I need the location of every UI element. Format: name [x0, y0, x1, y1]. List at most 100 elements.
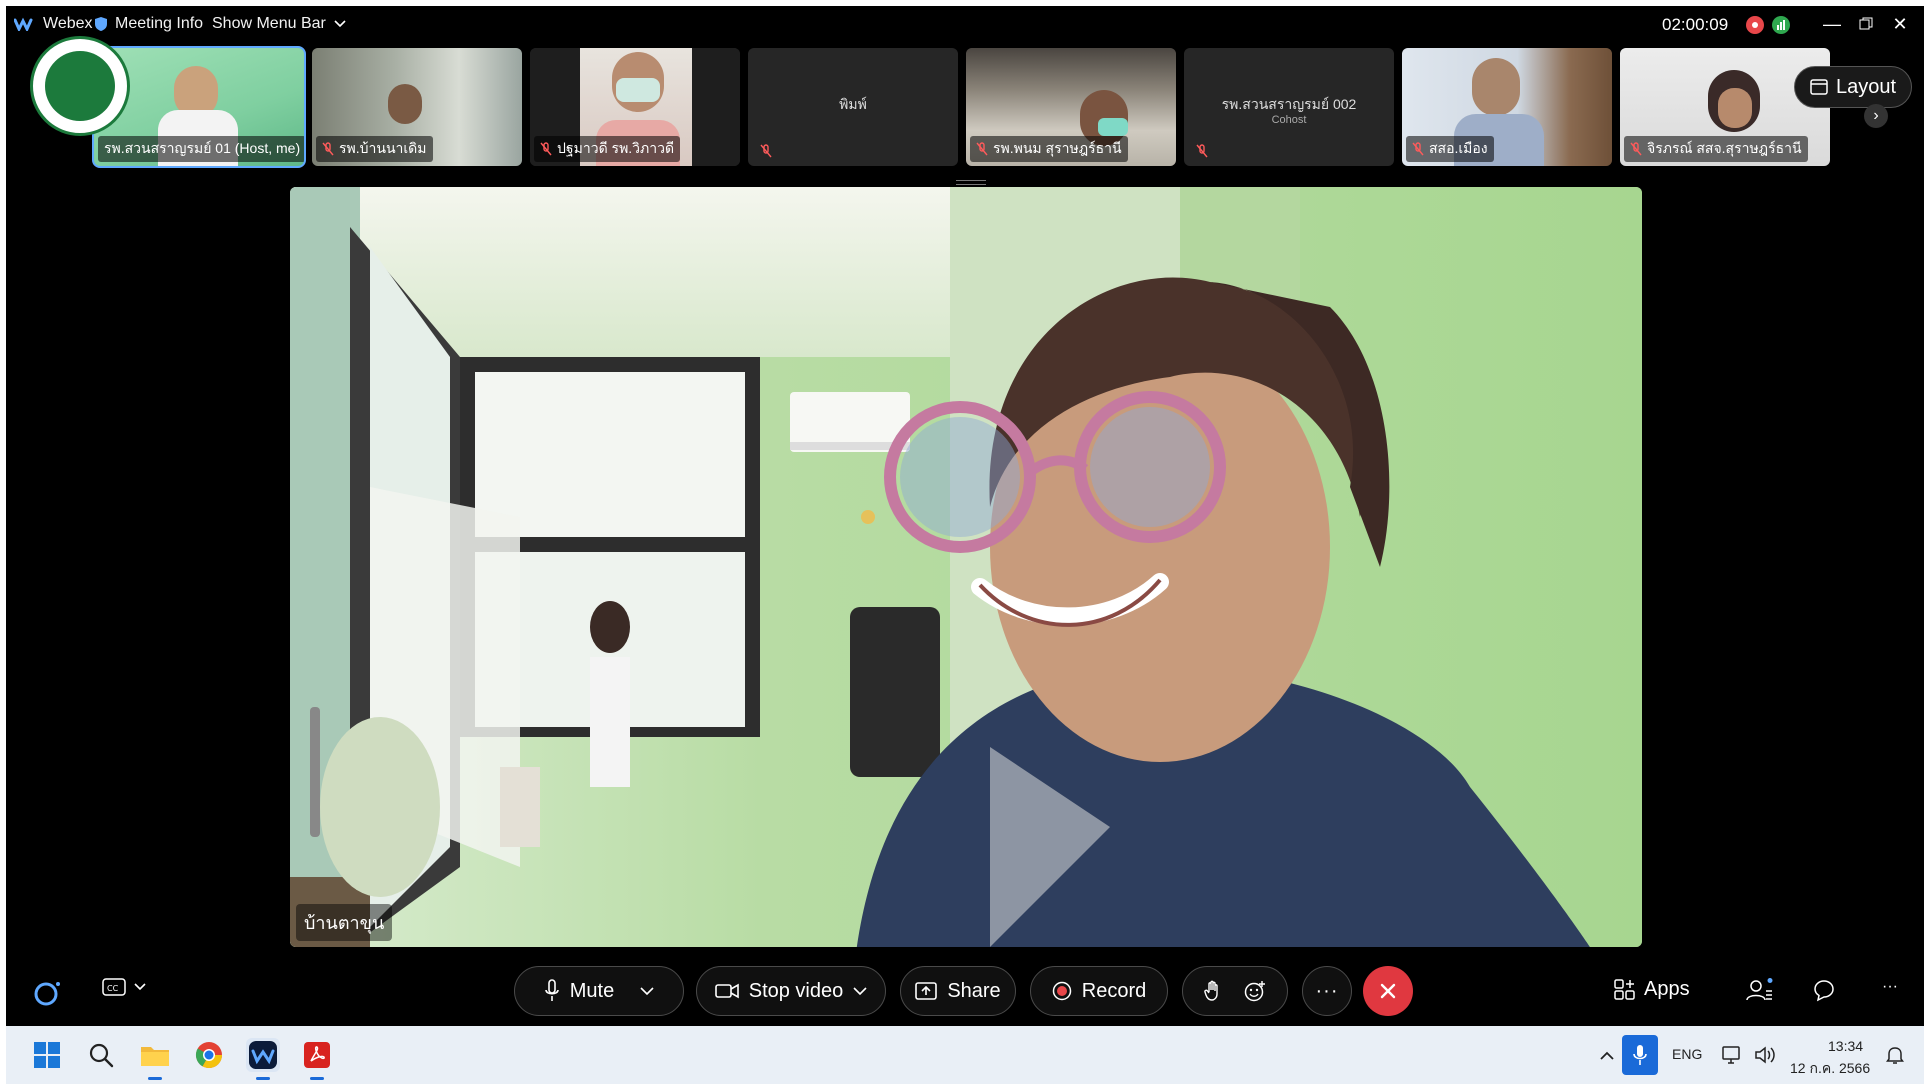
layout-icon: [1810, 79, 1828, 95]
windows-logo-icon: [34, 1042, 60, 1068]
assistant-button[interactable]: [32, 978, 62, 1008]
participant-tile[interactable]: รพ.พนม สุราษฎร์ธานี: [966, 48, 1176, 166]
webex-taskbar-button[interactable]: [246, 1038, 280, 1080]
restore-icon[interactable]: [1852, 10, 1880, 38]
participant-tile[interactable]: รพ.สวนสราญรมย์ 002 Cohost: [1184, 48, 1394, 166]
show-menu-bar-button[interactable]: Show Menu Bar: [212, 15, 347, 33]
input-language-indicator[interactable]: ENG: [1672, 1046, 1702, 1062]
captions-button[interactable]: CC: [102, 978, 146, 996]
filmstrip-resize-handle[interactable]: [956, 180, 986, 185]
show-hidden-icons-button[interactable]: [1590, 1038, 1624, 1072]
mic-off-icon: [1412, 142, 1424, 156]
participant-name-text: สสอ.เมือง: [1429, 140, 1488, 156]
chevron-up-icon: [1600, 1051, 1614, 1060]
network-tray-button[interactable]: [1716, 1038, 1750, 1072]
leave-meeting-button[interactable]: [1363, 966, 1413, 1016]
participant-name: รพ.สวนสราญรมย์ 01 (Host, me): [98, 136, 304, 162]
share-button[interactable]: Share: [900, 966, 1016, 1016]
microphone-icon: [1633, 1045, 1647, 1065]
network-icon: [1722, 1046, 1740, 1064]
participant-name-text: รพ.พนม สุราษฎร์ธานี: [993, 140, 1122, 156]
mic-off-icon: [322, 142, 334, 156]
network-stats-icon[interactable]: [1772, 16, 1790, 34]
participant-name: รพ.พนม สุราษฎร์ธานี: [970, 136, 1128, 162]
folder-icon: [141, 1047, 169, 1066]
layout-label: Layout: [1835, 75, 1897, 98]
end-call-icon: [1380, 983, 1396, 999]
apps-button[interactable]: Apps: [1614, 978, 1690, 1001]
emoji-reaction-icon[interactable]: [1244, 980, 1266, 1002]
minimize-icon[interactable]: —: [1818, 10, 1846, 38]
ellipsis-icon: ···: [1315, 979, 1339, 1002]
participant-name: รพ.สวนสราญรมย์ 002: [1221, 96, 1357, 112]
layout-button[interactable]: Layout: [1794, 66, 1912, 108]
participants-button[interactable]: [1746, 978, 1774, 1004]
participants-icon: [1746, 978, 1773, 1001]
video-camera-icon: [714, 983, 739, 999]
chevron-down-icon[interactable]: [853, 986, 867, 996]
clock-time[interactable]: 13:34: [1828, 1038, 1863, 1054]
webex-assistant-icon: [34, 982, 60, 1006]
share-label: Share: [947, 979, 1001, 1002]
mic-off-icon: [1196, 144, 1208, 158]
reactions-group: [1182, 966, 1288, 1016]
show-menu-bar-label: Show Menu Bar: [212, 15, 326, 32]
mic-off-icon: [1630, 142, 1642, 156]
search-button[interactable]: [84, 1038, 118, 1072]
speaker-icon: [1755, 1046, 1775, 1064]
participant-tile[interactable]: พิมพ์: [748, 48, 958, 166]
participant-tile[interactable]: จิรภรณ์ สสจ.สุราษฎร์ธานี: [1620, 48, 1830, 166]
chat-button[interactable]: [1812, 978, 1836, 1002]
meeting-timer: 02:00:09: [1662, 15, 1729, 34]
participant-tile[interactable]: รพ.บ้านนาเดิม: [312, 48, 522, 166]
mic-off-icon: [760, 144, 772, 158]
apps-label: Apps: [1644, 978, 1690, 1000]
mute-button[interactable]: Mute: [514, 966, 684, 1016]
stop-video-button[interactable]: Stop video: [696, 966, 886, 1016]
file-explorer-button[interactable]: [138, 1038, 172, 1080]
participant-name-text: จิรภรณ์ สสจ.สุราษฎร์ธานี: [1647, 140, 1802, 156]
mic-off-icon: [540, 142, 552, 156]
notification-bell-icon: [1886, 1047, 1904, 1064]
shield-icon: [95, 17, 107, 31]
participant-tile[interactable]: ปฐมาวดี รพ.วิภาวดี: [530, 48, 740, 166]
speaker-video-frame: [290, 187, 1642, 947]
search-icon: [89, 1043, 114, 1068]
participant-filmstrip: รพ.สวนสราญรมย์ 01 (Host, me) รพ.บ้านนาเด…: [6, 46, 1924, 178]
participant-name: รพ.บ้านนาเดิม: [316, 136, 433, 162]
chat-bubble-icon: [1814, 980, 1834, 1002]
start-button[interactable]: [30, 1038, 64, 1072]
participant-tile[interactable]: สสอ.เมือง: [1402, 48, 1612, 166]
raise-hand-icon[interactable]: [1204, 980, 1222, 1002]
windows-taskbar: ENG 13:34 12 ก.ค. 2566: [6, 1026, 1924, 1084]
participant-name: สสอ.เมือง: [1406, 136, 1494, 162]
cohost-label: Cohost: [1271, 114, 1307, 126]
chrome-button[interactable]: [192, 1038, 226, 1072]
svg-text:CC: CC: [107, 984, 119, 993]
filmstrip-next-icon[interactable]: ›: [1864, 104, 1888, 128]
apps-grid-icon: [1614, 978, 1635, 1000]
participant-name-text: ปฐมาวดี รพ.วิภาวดี: [557, 140, 675, 156]
participant-name-text: รพ.สวนสราญรมย์ 01 (Host, me): [104, 140, 301, 156]
more-options-button[interactable]: ···: [1302, 966, 1352, 1016]
chevron-down-icon[interactable]: [640, 986, 654, 996]
microphone-in-use-button[interactable]: [1622, 1035, 1658, 1075]
webex-logo-icon: [14, 17, 33, 31]
close-icon[interactable]: ✕: [1886, 10, 1914, 38]
participant-name-text: รพ.บ้านนาเดิม: [339, 140, 427, 156]
record-button[interactable]: Record: [1030, 966, 1168, 1016]
participant-name: พิมพ์: [839, 96, 867, 112]
acrobat-button[interactable]: [300, 1038, 334, 1080]
webex-app-label[interactable]: Webex: [14, 15, 93, 33]
clock-date[interactable]: 12 ก.ค. 2566: [1790, 1058, 1870, 1080]
volume-tray-button[interactable]: [1748, 1038, 1782, 1072]
ellipsis-icon: ···: [1882, 978, 1898, 995]
participant-name: ปฐมาวดี รพ.วิภาวดี: [534, 136, 681, 162]
notifications-button[interactable]: [1878, 1038, 1912, 1072]
title-bar: Webex Meeting Info Show Menu Bar 02:00:0…: [6, 6, 1924, 42]
recording-indicator-icon[interactable]: [1746, 16, 1764, 34]
participant-name: จิรภรณ์ สสจ.สุราษฎร์ธานี: [1624, 136, 1808, 162]
more-menu-button[interactable]: ···: [1882, 978, 1898, 996]
meeting-info-button[interactable]: Meeting Info: [94, 15, 203, 33]
ministry-logo: [30, 36, 130, 136]
